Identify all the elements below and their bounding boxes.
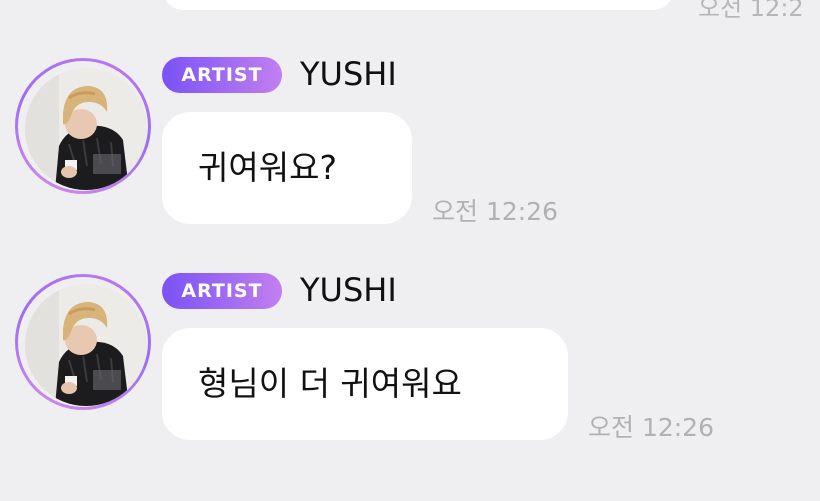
avatar-photo <box>25 284 147 406</box>
previous-message-time: 오전 12:2 <box>698 0 804 22</box>
chat-message: ARTIST YUSHI 형님이 더 귀여워요 오전 12:26 <box>0 270 820 472</box>
message-time: 오전 12:26 <box>588 413 714 442</box>
artist-badge: ARTIST <box>162 273 282 309</box>
message-time: 오전 12:26 <box>432 197 558 226</box>
avatar-photo <box>25 68 147 190</box>
artist-badge: ARTIST <box>162 57 282 93</box>
sender-name[interactable]: YUSHI <box>300 54 397 94</box>
message-bubble[interactable]: 형님이 더 귀여워요 <box>162 328 568 440</box>
artist-portrait-image <box>25 68 147 190</box>
message-bubble[interactable]: 귀여워요? <box>162 112 412 224</box>
avatar[interactable] <box>15 58 151 194</box>
artist-portrait-image <box>25 284 147 406</box>
avatar[interactable] <box>15 274 151 410</box>
sender-name[interactable]: YUSHI <box>300 270 397 310</box>
chat-message: ARTIST YUSHI 귀여워요? 오전 12:26 <box>0 54 820 256</box>
previous-message-bubble <box>163 0 673 10</box>
